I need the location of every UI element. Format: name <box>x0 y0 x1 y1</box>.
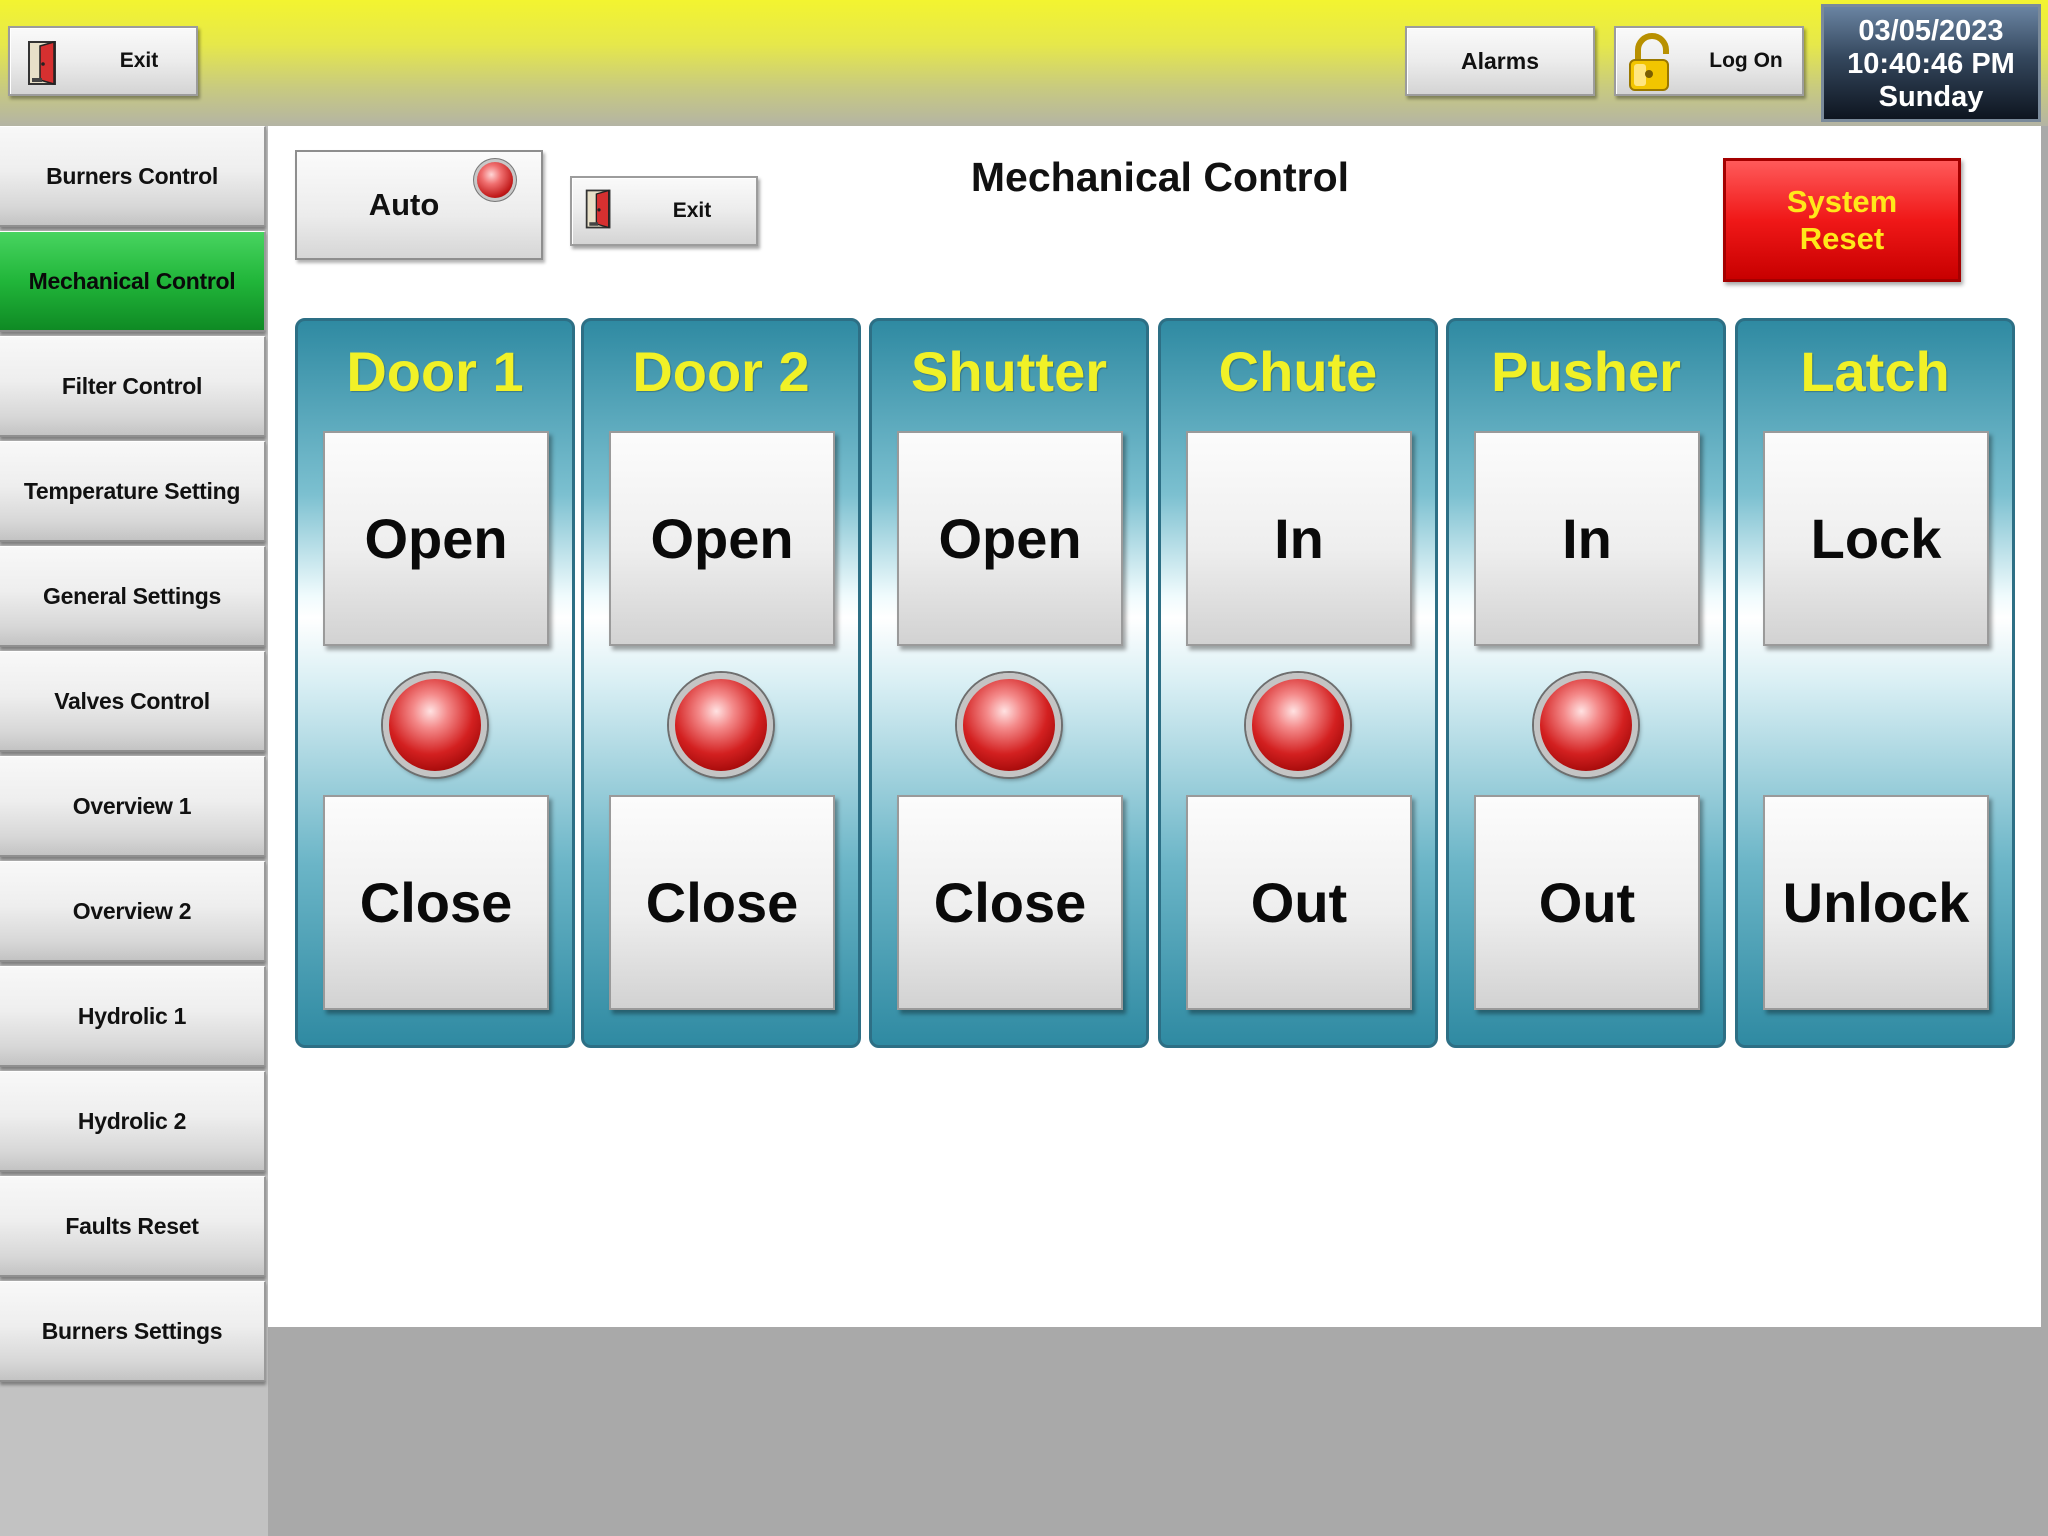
page-exit-label: Exit <box>672 199 712 222</box>
chute-in-button[interactable]: In <box>1186 431 1412 646</box>
sidebar-item-mechanical-control[interactable]: Mechanical Control <box>0 231 266 332</box>
system-reset-button[interactable]: System Reset <box>1723 158 1961 282</box>
sidebar-item-hydrolic-1[interactable]: Hydrolic 1 <box>0 966 266 1067</box>
latch-unlock-button[interactable]: Unlock <box>1763 795 1989 1010</box>
panel-title: Pusher <box>1491 340 1681 403</box>
latch-lock-button[interactable]: Lock <box>1763 431 1989 646</box>
pusher-out-button[interactable]: Out <box>1474 795 1700 1010</box>
door-2-panel: Door 2 Open Close <box>581 318 861 1048</box>
chute-status-lamp <box>1246 673 1350 777</box>
door-2-open-button[interactable]: Open <box>609 431 835 646</box>
top-bar: Exit Alarms Log On 03/05/2023 10:40:46 P… <box>0 0 2048 126</box>
shutter-panel: Shutter Open Close <box>869 318 1149 1048</box>
panel-title: Door 2 <box>632 340 810 403</box>
sidebar-item-temperature-setting[interactable]: Temperature Setting <box>0 441 266 542</box>
latch-panel: Latch Lock Unlock <box>1735 318 2015 1048</box>
top-exit-label: Exit <box>119 49 159 72</box>
sidebar-item-overview-1[interactable]: Overview 1 <box>0 756 266 857</box>
door-2-close-button[interactable]: Close <box>609 795 835 1010</box>
auto-button[interactable]: Auto <box>295 150 543 260</box>
system-reset-line1: System <box>1786 184 1898 219</box>
chute-panel: Chute In Out <box>1158 318 1438 1048</box>
panel-title: Chute <box>1218 340 1378 403</box>
shutter-close-button[interactable]: Close <box>897 795 1123 1010</box>
sidebar-item-overview-2[interactable]: Overview 2 <box>0 861 266 962</box>
day-text: Sunday <box>1878 81 1984 113</box>
door-1-close-button[interactable]: Close <box>323 795 549 1010</box>
log-on-button[interactable]: Log On <box>1614 26 1804 96</box>
page-title: Mechanical Control <box>970 154 1350 200</box>
pusher-status-lamp <box>1534 673 1638 777</box>
system-reset-line2: Reset <box>1799 221 1885 256</box>
chute-out-button[interactable]: Out <box>1186 795 1412 1010</box>
sidebar-item-burners-control[interactable]: Burners Control <box>0 126 266 227</box>
pusher-panel: Pusher In Out <box>1446 318 1726 1048</box>
page-exit-button[interactable]: Exit <box>570 176 758 246</box>
door-1-status-lamp <box>383 673 487 777</box>
time-text: 10:40:46 PM <box>1847 48 2015 80</box>
door-2-status-lamp <box>669 673 773 777</box>
door-1-open-button[interactable]: Open <box>323 431 549 646</box>
sidebar-item-burners-settings[interactable]: Burners Settings <box>0 1281 266 1382</box>
panel-title: Latch <box>1800 340 1950 403</box>
sidebar-item-hydrolic-2[interactable]: Hydrolic 2 <box>0 1071 266 1172</box>
shutter-status-lamp <box>957 673 1061 777</box>
auto-label: Auto <box>368 187 440 222</box>
alarms-button[interactable]: Alarms <box>1405 26 1595 96</box>
date-text: 03/05/2023 <box>1858 15 2004 47</box>
panel-title: Door 1 <box>346 340 524 403</box>
log-on-label: Log On <box>1709 49 1783 72</box>
sidebar-item-faults-reset[interactable]: Faults Reset <box>0 1176 266 1277</box>
exit-door-icon <box>584 188 614 236</box>
panel-title: Shutter <box>911 340 1107 403</box>
sidebar: Burners Control Mechanical Control Filte… <box>0 126 268 1536</box>
pusher-in-button[interactable]: In <box>1474 431 1700 646</box>
sidebar-item-valves-control[interactable]: Valves Control <box>0 651 266 752</box>
door-1-panel: Door 1 Open Close <box>295 318 575 1048</box>
datetime-display: 03/05/2023 10:40:46 PM Sunday <box>1821 4 2041 122</box>
top-exit-button[interactable]: Exit <box>8 26 198 96</box>
sidebar-item-filter-control[interactable]: Filter Control <box>0 336 266 437</box>
exit-door-icon <box>26 40 60 92</box>
sidebar-item-general-settings[interactable]: General Settings <box>0 546 266 647</box>
shutter-open-button[interactable]: Open <box>897 431 1123 646</box>
auto-indicator-lamp <box>477 162 513 198</box>
padlock-icon <box>1624 32 1680 100</box>
